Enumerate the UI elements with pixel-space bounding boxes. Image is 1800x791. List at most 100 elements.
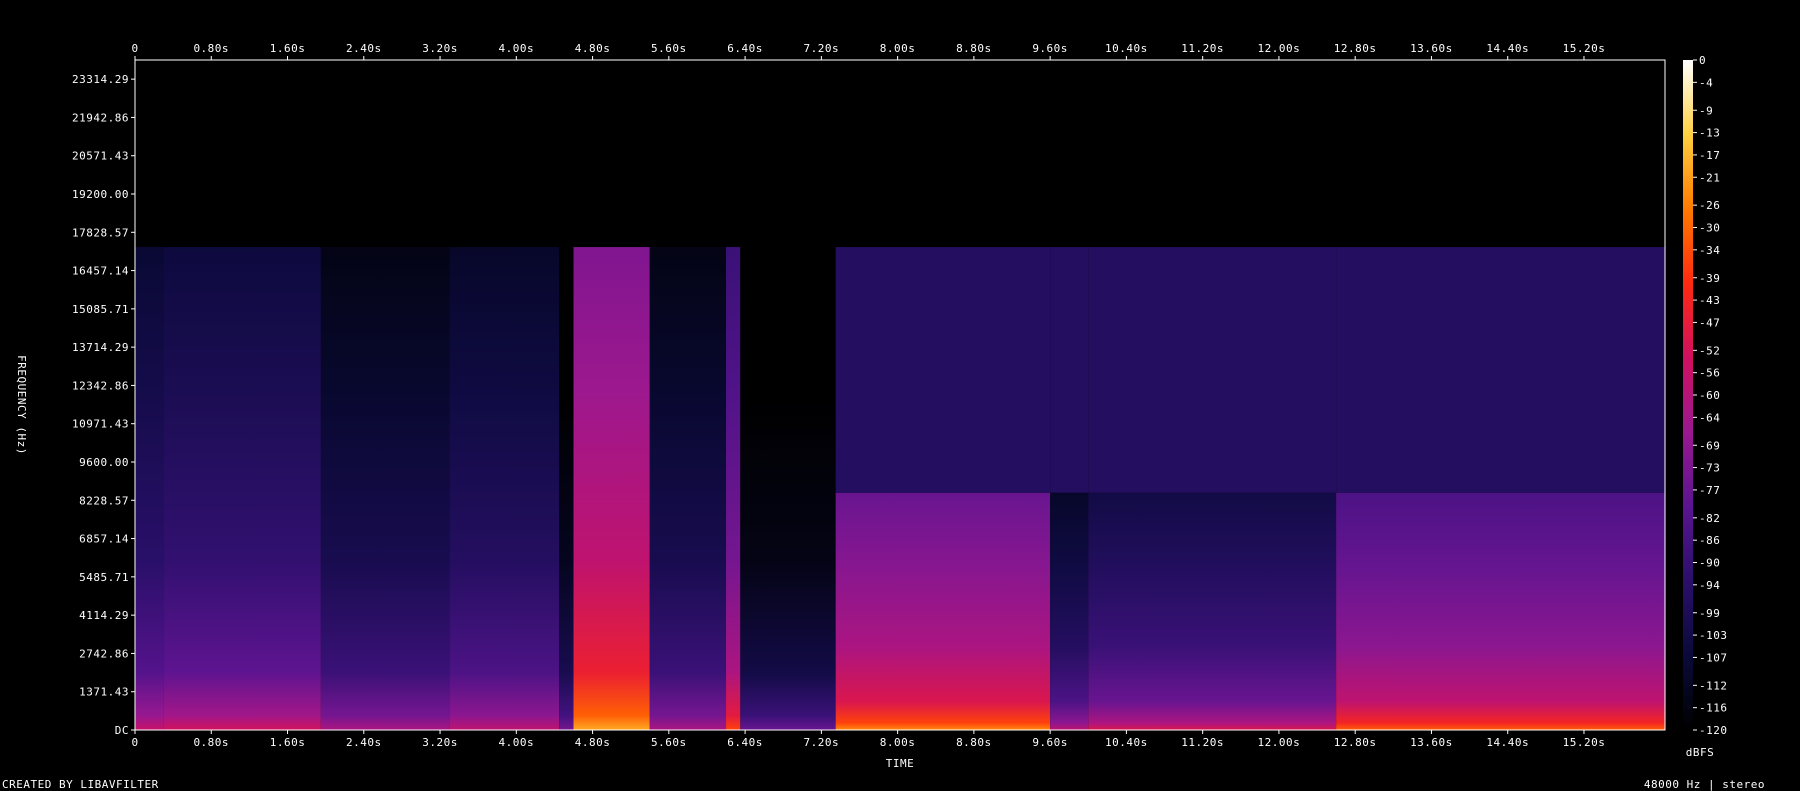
y-tick-label: 23314.29	[72, 73, 129, 86]
colorbar-tick-label: -34	[1699, 244, 1720, 257]
x-tick-label-bottom: 9.60s	[1032, 736, 1068, 749]
colorbar-tick-label: -39	[1699, 272, 1720, 285]
x-tick-label-bottom: 6.40s	[727, 736, 763, 749]
y-tick-label: 8228.57	[79, 494, 129, 507]
colorbar-tick-label: -30	[1699, 222, 1720, 235]
spectrogram-segment	[726, 247, 741, 730]
y-tick-label: 12342.86	[72, 379, 129, 392]
x-tick-label-bottom: 2.40s	[346, 736, 382, 749]
colorbar-tick-label: -9	[1699, 104, 1713, 117]
spectrogram-segment	[320, 247, 450, 730]
x-tick-label-bottom: 13.60s	[1410, 736, 1453, 749]
y-tick-label: 20571.43	[72, 150, 129, 163]
x-tick-label-bottom: 11.20s	[1181, 736, 1224, 749]
spectrogram-segment	[573, 247, 650, 730]
colorbar-tick-label: -120	[1699, 724, 1728, 737]
x-tick-label-top: 15.20s	[1563, 42, 1606, 55]
colorbar-tick-label: -17	[1699, 149, 1720, 162]
x-axis-bottom: 0 0.80s 1.60s 2.40s 3.20s 4.00s 4.80s 5.60s 6.40…	[131, 730, 1605, 749]
spectrogram-upper-band	[835, 247, 1051, 493]
colorbar-tick-label: -107	[1699, 651, 1728, 664]
y-tick-label: 13714.29	[72, 341, 129, 354]
x-tick-label-top: 1.60s	[270, 42, 306, 55]
x-tick-label-top: 6.40s	[727, 42, 763, 55]
colorbar-tick-label: -103	[1699, 629, 1728, 642]
colorbar-gradient	[1683, 60, 1693, 730]
spectrogram-chart: 0 0.80s 1.60s 2.40s 3.20s 4.00s 4.80s 5.60s 6.40…	[2, 42, 1765, 791]
x-tick-label-bottom: 0	[131, 736, 138, 749]
x-tick-label-top: 10.40s	[1105, 42, 1148, 55]
x-tick-label-top: 7.20s	[804, 42, 840, 55]
colorbar-tick-label: -86	[1699, 534, 1720, 547]
x-tick-label-top: 12.00s	[1258, 42, 1301, 55]
x-tick-label-bottom: 14.40s	[1486, 736, 1529, 749]
y-tick-label: 9600.00	[79, 456, 129, 469]
colorbar-title: dBFS	[1686, 746, 1715, 759]
y-tick-label: 10971.43	[72, 418, 129, 431]
spectrogram-segment	[449, 247, 560, 730]
y-tick-label: 19200.00	[72, 188, 129, 201]
spectrogram-segment	[1336, 492, 1665, 730]
x-tick-label-bottom: 7.20s	[804, 736, 840, 749]
y-tick-label: 17828.57	[72, 226, 129, 239]
y-axis: DC 1371.43 2742.86 4114.29 5485.71 6857.14 822…	[72, 73, 135, 737]
audio-info-text: 48000 Hz | stereo	[1644, 778, 1765, 791]
colorbar-tick-label: -4	[1699, 76, 1713, 89]
credit-text: CREATED BY LIBAVFILTER	[2, 778, 159, 791]
y-tick-label: DC	[115, 724, 129, 737]
colorbar-tick-label: -47	[1699, 316, 1720, 329]
spectrogram-upper-band	[1050, 247, 1089, 493]
colorbar-tick-label: -99	[1699, 607, 1720, 620]
y-tick-label: 5485.71	[79, 571, 129, 584]
x-tick-label-top: 2.40s	[346, 42, 382, 55]
x-tick-label-bottom: 12.80s	[1334, 736, 1377, 749]
x-tick-label-top: 3.20s	[422, 42, 458, 55]
x-tick-label-top: 9.60s	[1032, 42, 1068, 55]
x-tick-label-bottom: 3.20s	[422, 736, 458, 749]
x-tick-label-bottom: 10.40s	[1105, 736, 1148, 749]
x-tick-label-top: 11.20s	[1181, 42, 1224, 55]
x-tick-label-top: 4.00s	[498, 42, 534, 55]
y-tick-label: 2742.86	[79, 647, 129, 660]
x-axis-title: TIME	[886, 757, 915, 770]
y-tick-label: 16457.14	[72, 265, 129, 278]
y-tick-label: 6857.14	[79, 533, 129, 546]
colorbar-tick-label: -13	[1699, 127, 1720, 140]
colorbar-tick-label: -64	[1699, 411, 1720, 424]
colorbar-tick-label: -26	[1699, 199, 1720, 212]
colorbar-tick-label: -77	[1699, 484, 1720, 497]
y-tick-label: 15085.71	[72, 303, 129, 316]
colorbar-tick-label: -60	[1699, 389, 1720, 402]
colorbar-tick-label: -21	[1699, 171, 1720, 184]
spectrogram-heatmap	[135, 60, 1665, 730]
x-tick-label-top: 14.40s	[1486, 42, 1529, 55]
x-tick-label-bottom: 12.00s	[1258, 736, 1301, 749]
x-tick-label-top: 4.80s	[575, 42, 611, 55]
colorbar-tick-label: -73	[1699, 462, 1720, 475]
x-tick-label-top: 0	[131, 42, 138, 55]
spectrogram-segment	[559, 247, 574, 730]
y-tick-label: 4114.29	[79, 609, 129, 622]
x-tick-label-bottom: 15.20s	[1563, 736, 1606, 749]
spectrogram-figure: 0 0.80s 1.60s 2.40s 3.20s 4.00s 4.80s 5.60s 6.40…	[0, 0, 1800, 791]
spectrogram-upper-band	[1088, 247, 1337, 493]
x-tick-label-bottom: 8.00s	[880, 736, 916, 749]
y-tick-label: 1371.43	[79, 686, 129, 699]
colorbar-tick-label: -82	[1699, 512, 1720, 525]
x-tick-label-bottom: 0.80s	[193, 736, 229, 749]
y-axis-title: FREQUENCY (Hz)	[15, 355, 28, 455]
x-tick-label-top: 0.80s	[193, 42, 229, 55]
x-tick-label-bottom: 1.60s	[270, 736, 306, 749]
spectrogram-segment	[135, 247, 164, 730]
colorbar-tick-label: -112	[1699, 679, 1728, 692]
spectrogram-segment	[1088, 492, 1337, 730]
colorbar-tick-label: -43	[1699, 294, 1720, 307]
x-tick-label-bottom: 5.60s	[651, 736, 687, 749]
spectrogram-segment	[835, 492, 1051, 730]
colorbar: 0 -4 -9 -13 -17 -21 -26 -30 -34 -39 -43 -47 -52 -56 -6…	[1683, 54, 1728, 737]
colorbar-tick-label: -90	[1699, 557, 1720, 570]
x-tick-label-top: 8.80s	[956, 42, 992, 55]
spectrogram-upper-band	[1336, 247, 1665, 493]
colorbar-tick-label: -56	[1699, 367, 1720, 380]
colorbar-tick-label: -116	[1699, 702, 1728, 715]
